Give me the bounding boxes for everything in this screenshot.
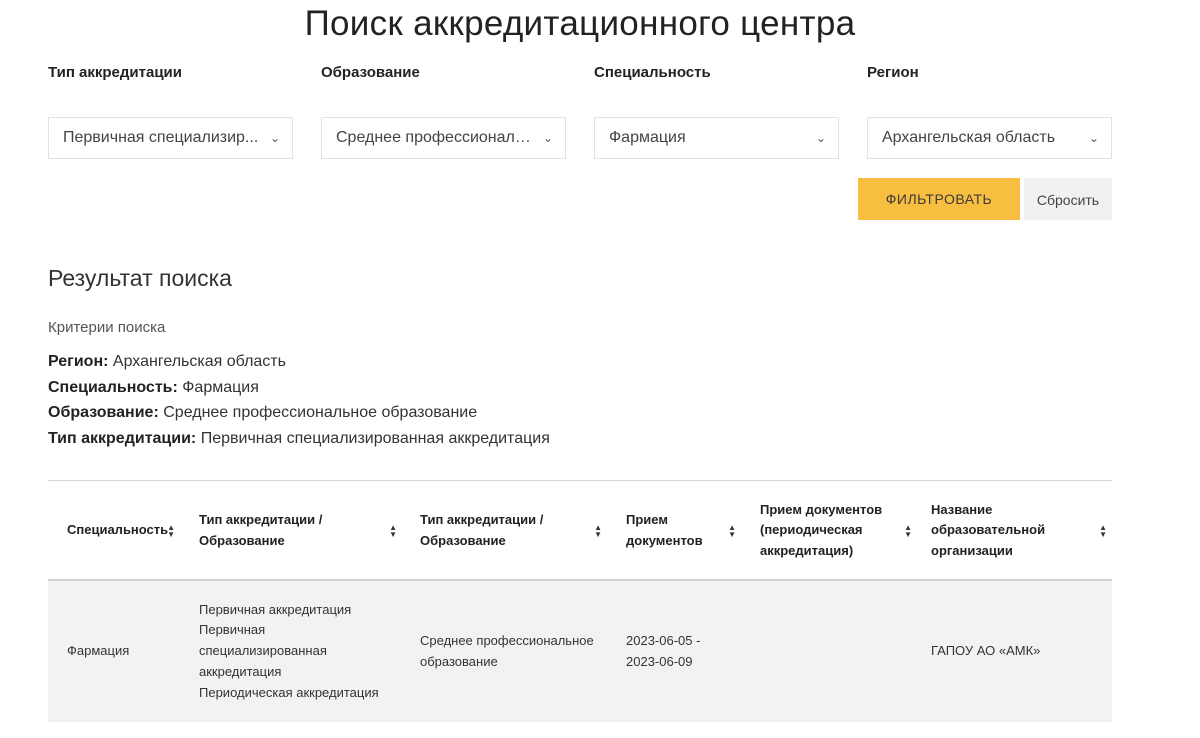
chevron-down-icon: ⌄	[1088, 131, 1099, 145]
cell-organization: ГАПОУ АО «АМК»	[931, 643, 1041, 659]
select-value: Архангельская область	[882, 129, 1056, 146]
column-header-accreditation-type[interactable]: Тип аккредитации / Образование ▲ ▼	[199, 481, 397, 580]
column-header-periodic-acceptance[interactable]: Прием документов (периодическая аккредитац…	[760, 481, 912, 580]
criteria-value: Фармация	[182, 379, 259, 396]
criteria-title: Критерии поиска	[48, 319, 166, 336]
criteria-label: Специальность:	[48, 379, 178, 396]
chevron-down-icon: ⌄	[542, 131, 553, 145]
criteria-education: Образование: Среднее профессиональное об…	[48, 404, 477, 422]
sort-arrows-icon[interactable]: ▲ ▼	[594, 481, 602, 580]
specialty-select[interactable]: Фармация ⌄	[594, 117, 839, 159]
cell-dates: 2023-06-05 - 2023-06-09	[626, 632, 701, 669]
sort-arrows-icon[interactable]: ▲ ▼	[389, 481, 397, 580]
sort-arrows-icon[interactable]: ▲ ▼	[728, 481, 736, 580]
cell-specialty: Фармация	[67, 643, 130, 659]
sort-arrows-icon[interactable]: ▲ ▼	[167, 481, 175, 580]
column-header-document-acceptance[interactable]: Прием документов ▲ ▼	[626, 481, 736, 580]
filter-specialty: Специальность Фармация ⌄	[594, 64, 839, 159]
filter-button[interactable]: ФИЛЬТРОВАТЬ	[858, 178, 1020, 220]
education-select[interactable]: Среднее профессиональ... ⌄	[321, 117, 566, 159]
select-value: Среднее профессиональ...	[336, 129, 537, 146]
table-row: Фармация Первичная аккредитация Первична…	[48, 581, 1112, 722]
criteria-label: Тип аккредитации:	[48, 430, 197, 447]
chevron-down-icon: ⌄	[269, 131, 280, 145]
filter-label: Регион	[867, 64, 919, 81]
filter-education: Образование Среднее профессиональ... ⌄	[321, 64, 566, 159]
criteria-value: Среднее профессиональное образование	[163, 404, 478, 421]
results-title: Результат поиска	[48, 265, 232, 291]
sort-arrows-icon[interactable]: ▲ ▼	[904, 481, 912, 580]
accreditation-type-select[interactable]: Первичная специализир... ⌄	[48, 117, 293, 159]
criteria-value: Архангельская область	[112, 353, 286, 370]
reset-button[interactable]: Сбросить	[1024, 178, 1112, 220]
filter-label: Тип аккредитации	[48, 64, 182, 81]
filter-label: Образование	[321, 64, 420, 81]
page-title: Поиск аккредитационного центра	[304, 4, 856, 43]
chevron-down-icon: ⌄	[815, 131, 826, 145]
filter-accreditation-type: Тип аккредитации Первичная специализир..…	[48, 64, 293, 159]
filter-label: Специальность	[594, 64, 711, 81]
criteria-accreditation-type: Тип аккредитации: Первичная специализиро…	[48, 430, 550, 448]
column-header-accreditation-type-2[interactable]: Тип аккредитации / Образование ▲ ▼	[420, 481, 602, 580]
criteria-label: Образование:	[48, 404, 159, 421]
criteria-specialty: Специальность: Фармация	[48, 379, 259, 397]
select-value: Фармация	[609, 129, 686, 146]
criteria-value: Первичная специализированная аккредитаци…	[200, 430, 550, 447]
results-table: Специальность ▲ ▼ Тип аккредитации / Образ…	[48, 480, 1112, 722]
select-value: Первичная специализир...	[63, 129, 259, 146]
column-header-specialty[interactable]: Специальность ▲ ▼	[67, 481, 175, 580]
region-select[interactable]: Архангельская область ⌄	[867, 117, 1112, 159]
cell-accreditation-types: Первичная аккредитация Первичная специал…	[199, 601, 379, 700]
criteria-label: Регион:	[48, 353, 109, 370]
criteria-region: Регион: Архангельская область	[48, 353, 286, 371]
column-header-organization[interactable]: Название образовательной организации ▲ ▼	[931, 481, 1107, 580]
sort-arrows-icon[interactable]: ▲ ▼	[1099, 481, 1107, 580]
cell-education: Среднее профессиональное образование	[420, 632, 594, 669]
table-header: Специальность ▲ ▼ Тип аккредитации / Образ…	[48, 480, 1112, 581]
filter-region: Регион Архангельская область ⌄	[867, 64, 1112, 159]
